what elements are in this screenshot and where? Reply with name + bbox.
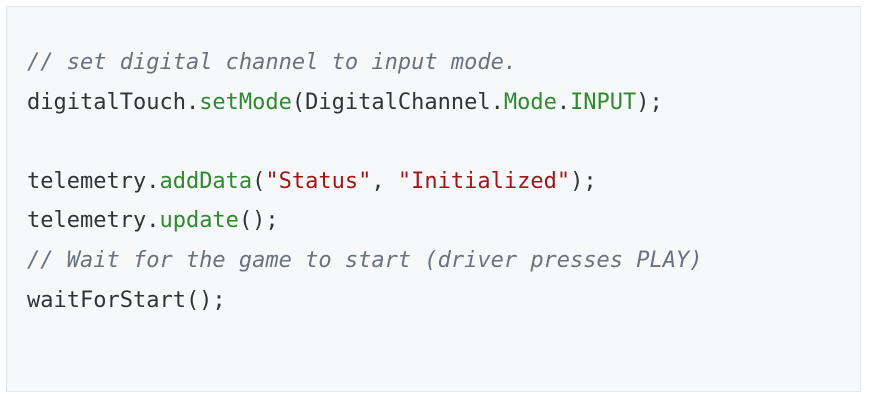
plain-token: (); <box>238 208 279 234</box>
function-token: INPUT <box>570 89 637 115</box>
code-line-5: telemetry.update(); <box>27 201 703 241</box>
string-token: "Initialized" <box>397 168 571 194</box>
comment-token: // Wait for the game to start (driver pr… <box>27 247 703 273</box>
function-token: setMode <box>199 89 292 115</box>
code-line-2: digitalTouch.setMode(DigitalChannel.Mode… <box>27 83 703 123</box>
code-line-1: // set digital channel to input mode. <box>27 43 703 83</box>
plain-token: waitForStart(); <box>27 287 226 313</box>
code-listing: // set digital channel to input mode. dig… <box>27 43 703 320</box>
plain-token: ); <box>636 89 663 115</box>
plain-token: telemetry. <box>27 208 160 234</box>
comment-token: // set digital channel to input mode. <box>27 50 518 75</box>
plain-token: ); <box>570 168 597 194</box>
plain-token: . <box>556 89 571 115</box>
plain-token: (DigitalChannel. <box>291 89 504 115</box>
code-line-6: // Wait for the game to start (driver pr… <box>27 241 703 281</box>
code-line-7: waitForStart(); <box>27 281 703 321</box>
string-token: "Status" <box>265 168 372 194</box>
function-token: addData <box>159 168 253 194</box>
plain-token: telemetry. <box>27 168 160 194</box>
code-line-4: telemetry.addData("Status", "Initialized… <box>27 162 703 202</box>
function-token: update <box>159 208 239 234</box>
plain-token: digitalTouch. <box>27 89 200 115</box>
page: // set digital channel to input mode. dig… <box>0 0 870 400</box>
plain-token: , <box>371 168 398 194</box>
code-block: // set digital channel to input mode. dig… <box>6 6 861 392</box>
function-token: Mode <box>503 89 557 115</box>
plain-token: ( <box>252 168 266 194</box>
code-line-3-blank <box>27 122 703 162</box>
